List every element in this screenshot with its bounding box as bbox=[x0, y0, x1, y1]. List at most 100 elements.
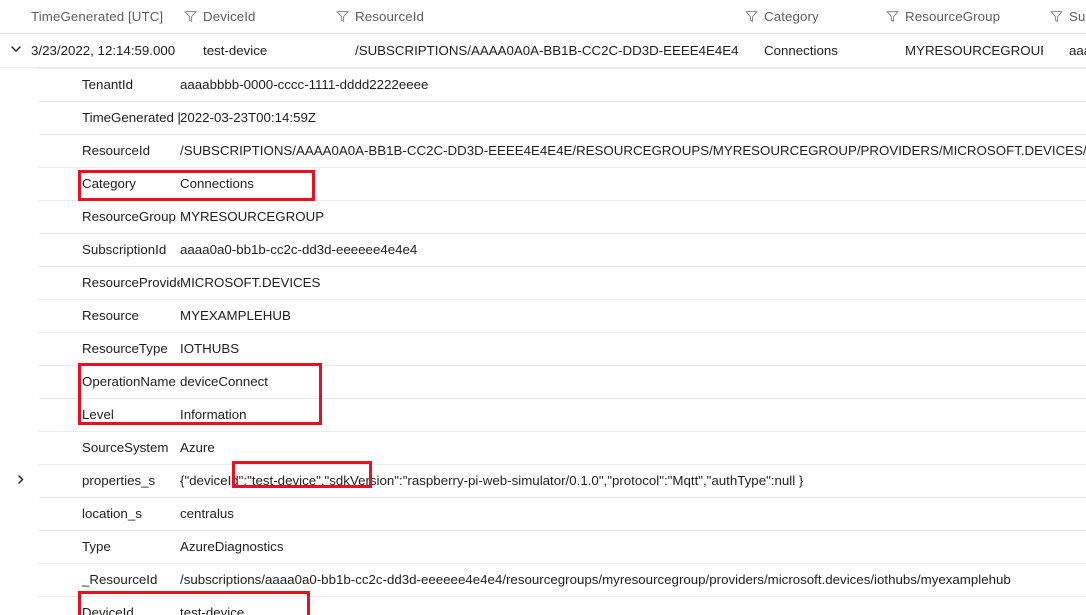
cell-resourceid: /SUBSCRIPTIONS/AAAA0A0A-BB1B-CC2C-DD3D-E… bbox=[355, 34, 738, 67]
detail-row-value: AzureDiagnostics bbox=[180, 539, 284, 554]
filter-button-resourcegroup[interactable] bbox=[879, 0, 905, 33]
detail-row: TenantId aaaabbbb-0000-cccc-1111-dddd2222… bbox=[0, 68, 1086, 101]
detail-row-key: Level bbox=[82, 407, 114, 422]
row-expander-toggle[interactable] bbox=[0, 34, 31, 67]
detail-row-divider bbox=[38, 101, 1086, 102]
detail-row-key: TimeGenerated [UTC] bbox=[82, 110, 180, 125]
detail-row-key: SourceSystem bbox=[82, 440, 169, 455]
detail-row: location_s centralus bbox=[0, 497, 1086, 530]
detail-row-expander-spacer bbox=[0, 563, 38, 596]
column-header-subscriptionid-label: SubscriptionI bbox=[1069, 9, 1086, 24]
detail-row-divider bbox=[38, 68, 1086, 69]
detail-row-value: aaaa0a0-bb1b-cc2c-dd3d-eeeeee4e4e4 bbox=[180, 242, 418, 257]
column-header-deviceid[interactable]: DeviceId bbox=[203, 0, 329, 33]
detail-row-value: test-device bbox=[180, 605, 245, 615]
detail-row: SubscriptionId aaaa0a0-bb1b-cc2c-dd3d-eee… bbox=[0, 233, 1086, 266]
detail-row-divider bbox=[38, 596, 1086, 597]
detail-row-key: SubscriptionId bbox=[82, 242, 167, 257]
column-header-subscriptionid[interactable]: SubscriptionI bbox=[1069, 0, 1086, 33]
cell-category-value: Connections bbox=[764, 43, 838, 58]
detail-row-divider bbox=[38, 464, 1086, 465]
detail-row-key: location_s bbox=[82, 506, 142, 521]
detail-row-key: TenantId bbox=[82, 77, 134, 92]
column-header-resourceid[interactable]: ResourceId bbox=[355, 0, 738, 33]
cell-resourcegroup: MYRESOURCEGROUP bbox=[905, 34, 1043, 67]
detail-row-expander-spacer bbox=[0, 68, 38, 101]
detail-row-key: ResourceGroup bbox=[82, 209, 176, 224]
detail-row-key: OperationName bbox=[82, 374, 176, 389]
column-header-category-label: Category bbox=[764, 9, 819, 24]
detail-row-key: Type bbox=[82, 539, 111, 554]
detail-row-value: deviceConnect bbox=[180, 374, 268, 389]
cell-spacer-3 bbox=[738, 34, 764, 67]
detail-row-value: {"deviceId":"test-device","sdkVersion":"… bbox=[180, 473, 804, 488]
column-header-deviceid-label: DeviceId bbox=[203, 9, 256, 24]
detail-row-expander-toggle[interactable] bbox=[0, 464, 38, 497]
detail-row-key: Category bbox=[82, 176, 136, 191]
filter-button-category[interactable] bbox=[738, 0, 764, 33]
detail-row-expander-spacer bbox=[0, 596, 38, 615]
filter-button-deviceid[interactable] bbox=[177, 0, 203, 33]
column-header-resourcegroup-label: ResourceGroup bbox=[905, 9, 1001, 24]
detail-row-divider bbox=[38, 200, 1086, 201]
detail-row: _ResourceId/subscriptions/aaaa0a0-bb1b-c… bbox=[0, 563, 1086, 596]
log-query-results-panel: TimeGenerated [UTC] DeviceId ResourceId bbox=[0, 0, 1086, 615]
detail-row: OperationName deviceConnect bbox=[0, 365, 1086, 398]
detail-rows-container: TenantId aaaabbbb-0000-cccc-1111-dddd2222… bbox=[0, 68, 1086, 615]
column-header-timegenerated[interactable]: TimeGenerated [UTC] bbox=[31, 0, 177, 33]
detail-row-key: ResourceType bbox=[82, 341, 168, 356]
detail-row-value: MYEXAMPLEHUB bbox=[180, 308, 291, 323]
detail-row: DeviceId test-device bbox=[0, 596, 1086, 615]
cell-spacer-5 bbox=[1043, 34, 1069, 67]
detail-row-expander-spacer bbox=[0, 332, 38, 365]
detail-row-expander-spacer bbox=[0, 398, 38, 431]
detail-row-expander-spacer bbox=[0, 266, 38, 299]
detail-row-value: MICROSOFT.DEVICES bbox=[180, 275, 321, 290]
detail-row-divider bbox=[38, 299, 1086, 300]
filter-icon bbox=[1043, 0, 1069, 33]
detail-row-value: aaaabbbb-0000-cccc-1111-dddd2222eeee bbox=[180, 77, 429, 92]
chevron-down-icon bbox=[10, 42, 22, 60]
filter-button-subscriptionid[interactable] bbox=[1043, 0, 1069, 33]
cell-spacer-2 bbox=[329, 34, 355, 67]
detail-row-expander-spacer bbox=[0, 431, 38, 464]
filter-icon bbox=[879, 0, 905, 33]
detail-row-value: Azure bbox=[180, 440, 215, 455]
detail-row-expander-spacer bbox=[0, 101, 38, 134]
detail-row-key: properties_s bbox=[82, 473, 156, 488]
detail-row-expander-spacer bbox=[0, 365, 38, 398]
detail-row: Type AzureDiagnostics bbox=[0, 530, 1086, 563]
detail-row-expander-spacer bbox=[0, 497, 38, 530]
detail-row: ResourceId/SUBSCRIPTIONS/AAAA0A0A-BB1B-C… bbox=[0, 134, 1086, 167]
detail-row: ResourceProvider MICROSOFT.DEVICES bbox=[0, 266, 1086, 299]
result-row[interactable]: 3/23/2022, 12:14:59.000 AM test-device /… bbox=[0, 34, 1086, 67]
filter-button-resourceid[interactable] bbox=[329, 0, 355, 33]
detail-row-key: DeviceId bbox=[82, 605, 134, 615]
detail-row-expander-spacer bbox=[0, 134, 38, 167]
cell-spacer-1 bbox=[177, 34, 203, 67]
detail-row-expander-spacer bbox=[0, 167, 38, 200]
cell-deviceid: test-device bbox=[203, 34, 329, 67]
detail-row-key: _ResourceId bbox=[82, 572, 158, 587]
detail-row-value: IOTHUBS bbox=[180, 341, 240, 356]
detail-row-key: ResourceProvider bbox=[82, 275, 180, 290]
filter-icon bbox=[329, 0, 355, 33]
detail-row-value: MYRESOURCEGROUP bbox=[180, 209, 325, 224]
detail-row-value: 2022-03-23T00:14:59Z bbox=[180, 110, 317, 125]
filter-icon bbox=[738, 0, 764, 33]
detail-row: Category Connections bbox=[0, 167, 1086, 200]
detail-row: SourceSystem Azure bbox=[0, 431, 1086, 464]
cell-timegenerated-value: 3/23/2022, 12:14:59.000 AM bbox=[31, 43, 177, 58]
detail-row-divider bbox=[38, 563, 1086, 564]
detail-row-key: Resource bbox=[82, 308, 139, 323]
header-expander-spacer bbox=[0, 0, 31, 33]
cell-deviceid-value: test-device bbox=[203, 43, 268, 58]
detail-row-expander-spacer bbox=[0, 200, 38, 233]
column-header-resourcegroup[interactable]: ResourceGroup bbox=[905, 0, 1043, 33]
detail-row-divider bbox=[38, 266, 1086, 267]
detail-row-value: centralus bbox=[180, 506, 234, 521]
cell-spacer-4 bbox=[879, 34, 905, 67]
column-header-category[interactable]: Category bbox=[764, 0, 879, 33]
detail-row-divider bbox=[38, 167, 1086, 168]
cell-subscriptionid-value: aaaa0a0-bb1 bbox=[1069, 43, 1086, 58]
